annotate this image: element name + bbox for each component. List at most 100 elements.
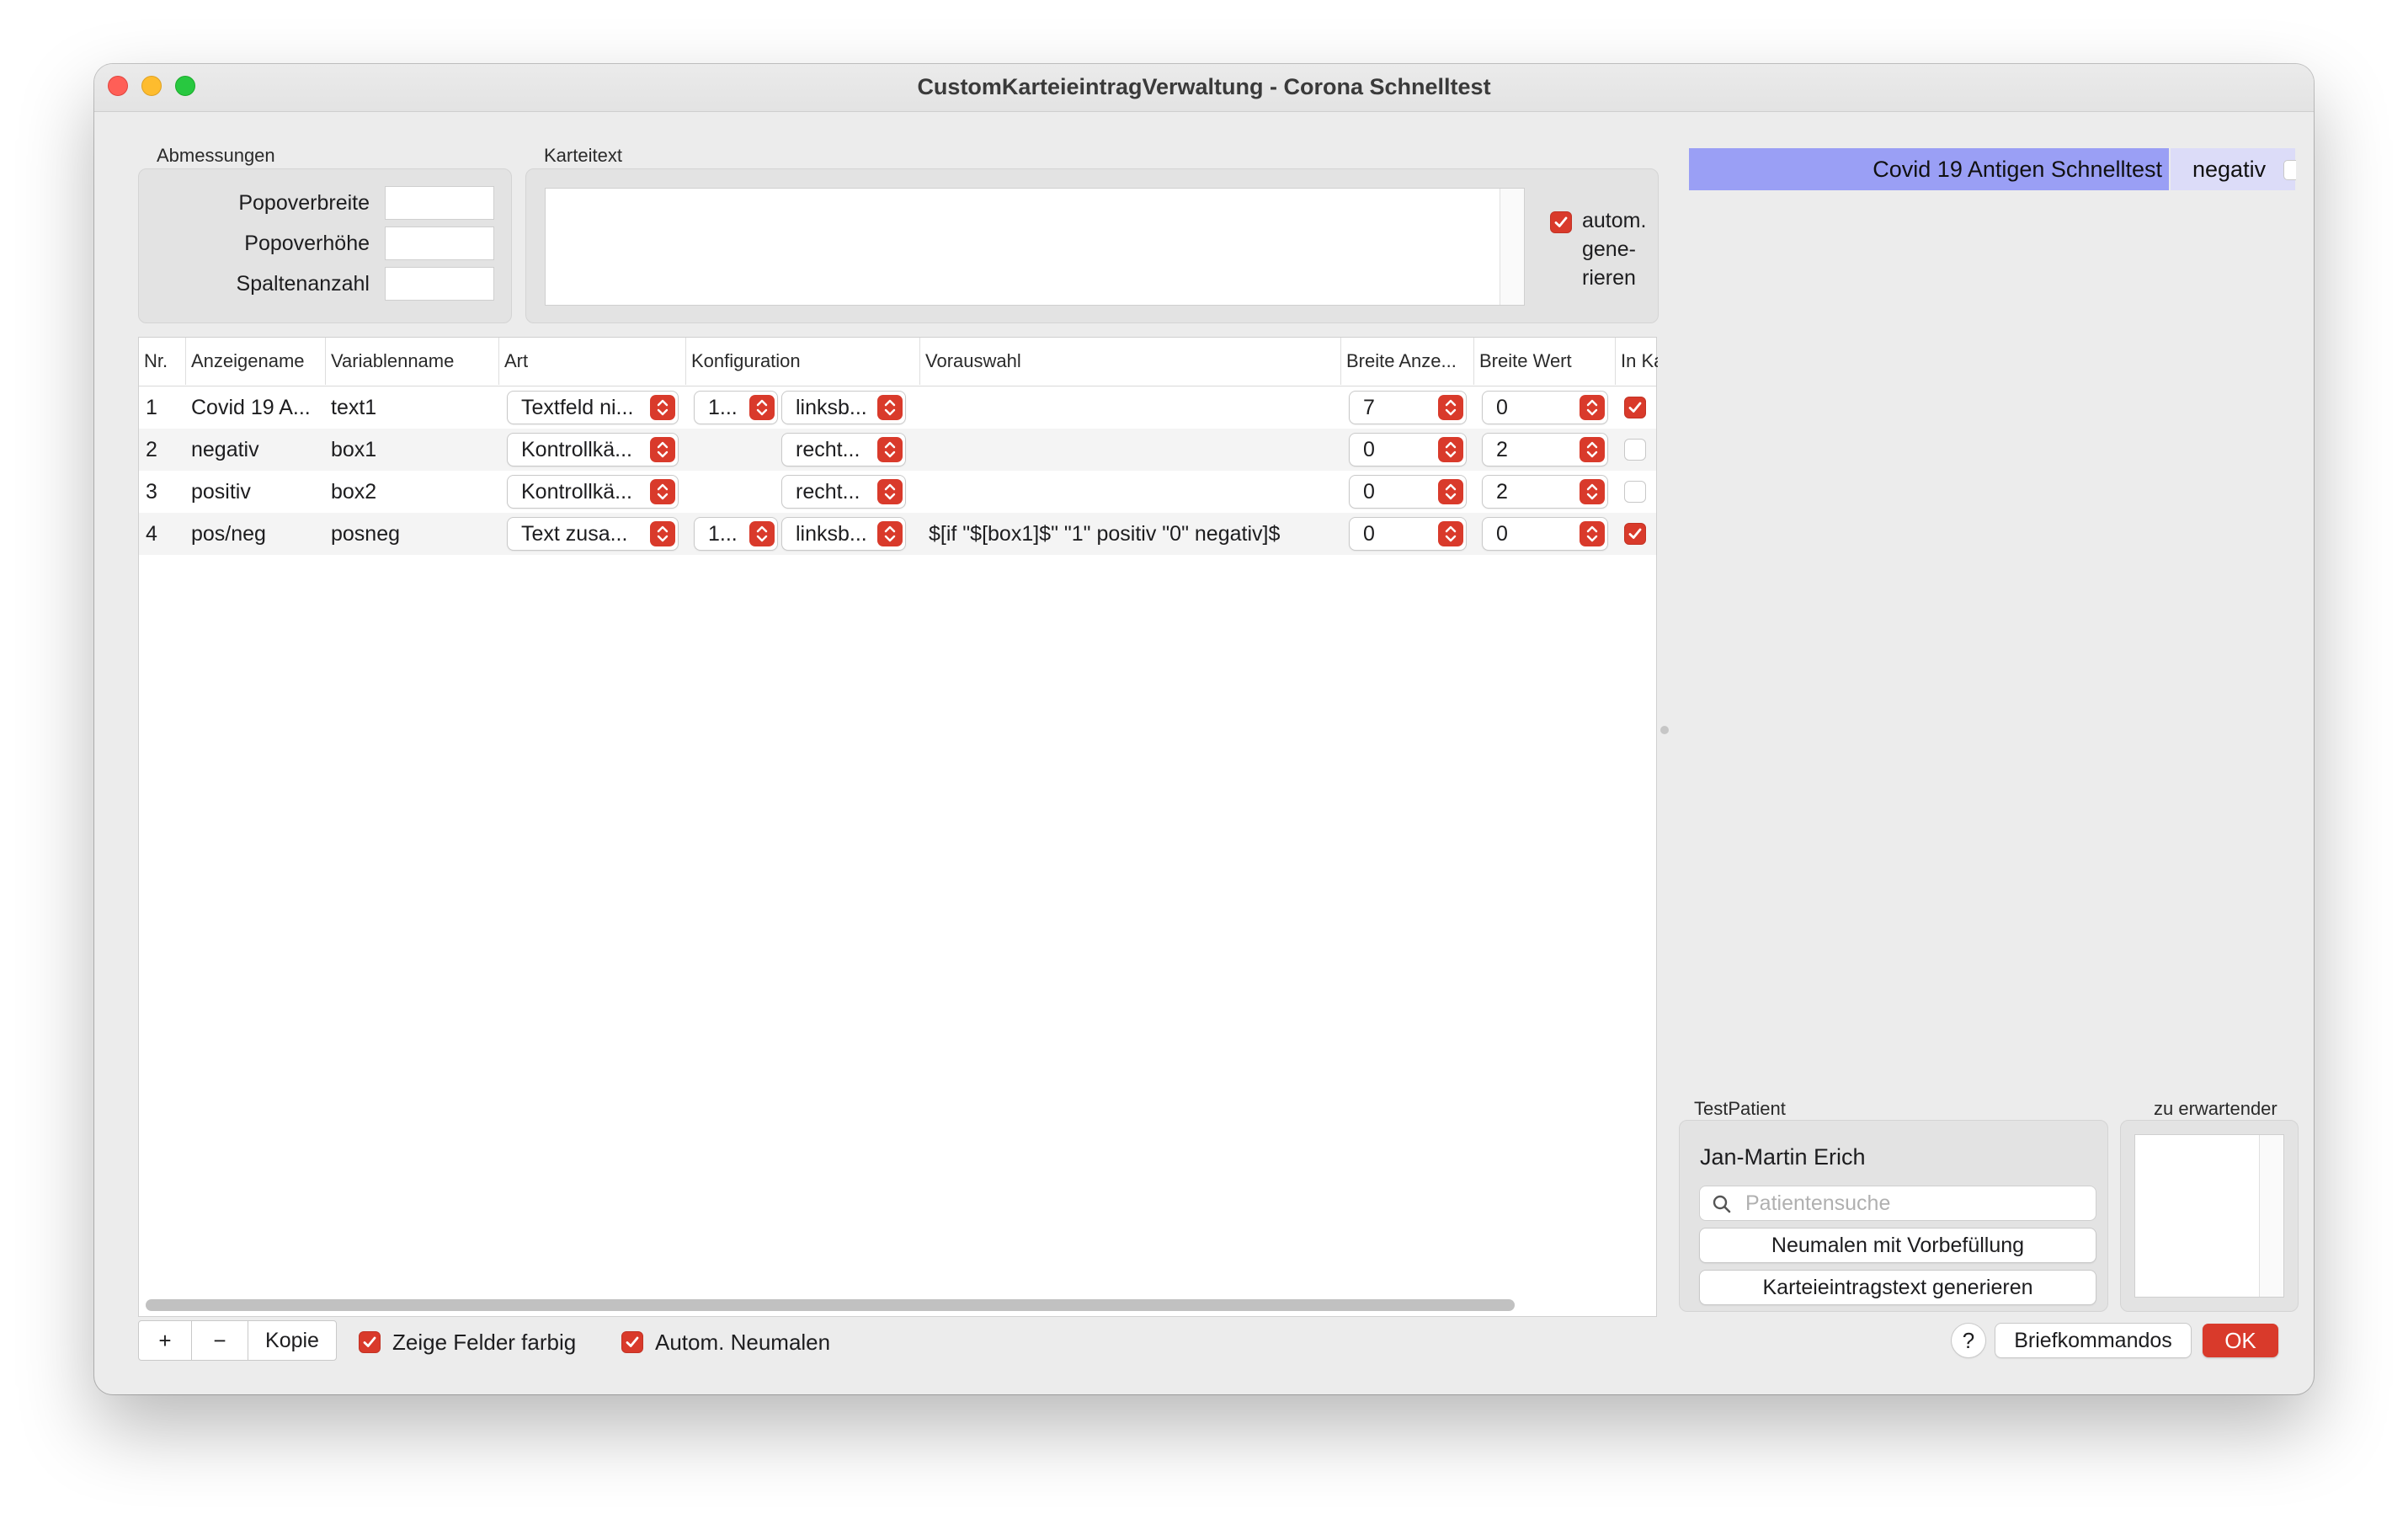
in-kartei-checkbox[interactable]	[1624, 397, 1646, 418]
art-popup[interactable]: Textfeld ni...	[508, 392, 678, 424]
breite-anzeige-value: 7	[1363, 396, 1375, 419]
remove-row-button[interactable]: −	[192, 1321, 248, 1360]
breite-wert-value: 2	[1496, 480, 1508, 504]
stepper-arrows-icon[interactable]	[1438, 437, 1463, 462]
row-vorauswahl[interactable]	[929, 471, 1336, 513]
table-row[interactable]: 4 pos/neg posneg Text zusa... 1... links…	[139, 513, 1656, 555]
row-vorauswahl[interactable]: $[if "$[box1]$" "1" positiv "0" negativ]…	[929, 513, 1338, 555]
letter-commands-button[interactable]: Briefkommandos	[1995, 1324, 2191, 1357]
column-header-breite-anzeige[interactable]: Breite Anze...	[1341, 338, 1474, 385]
konfig1-popup[interactable]: 1...	[695, 518, 777, 550]
checkmark-icon	[1554, 216, 1568, 227]
art-popup[interactable]: Kontrollkä...	[508, 434, 678, 466]
konfig2-popup[interactable]: linksb...	[782, 392, 905, 424]
breite-wert-stepper[interactable]: 0	[1483, 392, 1607, 424]
stepper-arrows-icon[interactable]	[1438, 395, 1463, 420]
ok-button[interactable]: OK	[2203, 1324, 2278, 1357]
row-variablenname: box2	[331, 480, 377, 504]
patient-search-input[interactable]: Patientensuche	[1700, 1186, 2096, 1220]
breite-anzeige-stepper[interactable]: 0	[1350, 518, 1466, 550]
konfig2-popup[interactable]: linksb...	[782, 518, 905, 550]
stepper-arrows-icon[interactable]	[1438, 479, 1463, 504]
karteitext-textarea[interactable]	[545, 188, 1525, 306]
column-header-variablenname[interactable]: Variablenname	[326, 338, 499, 385]
patient-name: Jan-Martin Erich	[1700, 1144, 1866, 1170]
redraw-prefill-button[interactable]: Neumalen mit Vorbefüllung	[1700, 1229, 2096, 1262]
splitter-handle[interactable]	[1660, 726, 1669, 734]
row-anzeigename: negativ	[191, 438, 259, 461]
in-kartei-checkbox[interactable]	[1624, 523, 1646, 545]
popoverbreite-label: Popoverbreite	[238, 191, 370, 215]
stepper-arrows-icon[interactable]	[1580, 395, 1605, 420]
row-nr: 3	[146, 480, 157, 504]
row-anzeigename: pos/neg	[191, 522, 266, 546]
row-nr: 4	[146, 522, 157, 546]
copy-row-button[interactable]: Kopie	[248, 1321, 336, 1360]
breite-anzeige-stepper[interactable]: 0	[1350, 476, 1466, 508]
table-horizontal-scrollbar[interactable]	[146, 1299, 1515, 1311]
konfig1-popup[interactable]: 1...	[695, 392, 777, 424]
breite-anzeige-value: 0	[1363, 438, 1375, 461]
stepper-arrows-icon[interactable]	[1580, 521, 1605, 546]
stepper-arrows-icon[interactable]	[1580, 479, 1605, 504]
abmessungen-group: Popoverbreite Popoverhöhe Spaltenanzahl	[138, 168, 512, 323]
column-header-in-kartei[interactable]: In Ka	[1616, 338, 1658, 385]
expected-textarea[interactable]	[2134, 1134, 2284, 1298]
breite-wert-stepper[interactable]: 2	[1483, 476, 1607, 508]
breite-wert-stepper[interactable]: 2	[1483, 434, 1607, 466]
row-variablenname: text1	[331, 396, 377, 419]
column-header-nr[interactable]: Nr.	[139, 338, 186, 385]
breite-anzeige-value: 0	[1363, 522, 1375, 546]
popoverhoehe-field[interactable]	[385, 227, 494, 260]
add-row-button[interactable]: +	[139, 1321, 192, 1360]
breite-anzeige-stepper[interactable]: 0	[1350, 434, 1466, 466]
preview-checkbox[interactable]	[2283, 160, 2296, 180]
help-button[interactable]: ?	[1952, 1324, 1985, 1357]
column-header-anzeigename[interactable]: Anzeigename	[186, 338, 326, 385]
main-window: CustomKarteieintragVerwaltung - Corona S…	[94, 64, 2314, 1394]
art-popup[interactable]: Kontrollkä...	[508, 476, 678, 508]
column-header-breite-wert[interactable]: Breite Wert	[1474, 338, 1616, 385]
art-popup[interactable]: Text zusa...	[508, 518, 678, 550]
konfig2-popup[interactable]: recht...	[782, 476, 905, 508]
table-row[interactable]: 2 negativ box1 Kontrollkä... recht... 0 …	[139, 429, 1656, 471]
breite-wert-value: 0	[1496, 396, 1508, 419]
row-vorauswahl[interactable]	[929, 429, 1336, 471]
popoverbreite-field[interactable]	[385, 186, 494, 220]
breite-wert-value: 0	[1496, 522, 1508, 546]
konfig2-popup-value: recht...	[796, 480, 860, 504]
in-kartei-checkbox[interactable]	[1624, 481, 1646, 503]
popup-arrows-icon	[650, 479, 675, 504]
breite-anzeige-stepper[interactable]: 7	[1350, 392, 1466, 424]
art-popup-value: Text zusa...	[521, 522, 628, 546]
popoverhoehe-label: Popoverhöhe	[244, 232, 370, 255]
preview-field-value[interactable]: negativ	[2171, 148, 2296, 190]
konfig1-popup-value: 1...	[708, 396, 738, 419]
auto-generate-checkbox[interactable]	[1550, 211, 1572, 233]
breite-wert-stepper[interactable]: 0	[1483, 518, 1607, 550]
row-anzeigename: Covid 19 A...	[191, 396, 311, 419]
spaltenanzahl-field[interactable]	[385, 267, 494, 301]
konfig2-popup-value: linksb...	[796, 522, 867, 546]
generate-entry-text-button[interactable]: Karteieintragstext generieren	[1700, 1271, 2096, 1304]
expected-scrollbar[interactable]	[2259, 1135, 2283, 1297]
checkmark-icon	[1628, 528, 1642, 539]
konfig2-popup[interactable]: recht...	[782, 434, 905, 466]
popup-arrows-icon	[877, 479, 903, 504]
art-popup-value: Textfeld ni...	[521, 396, 634, 419]
auto-redraw-checkbox[interactable]	[621, 1331, 643, 1353]
karteitext-scrollbar[interactable]	[1500, 189, 1524, 305]
stepper-arrows-icon[interactable]	[1580, 437, 1605, 462]
row-variablenname: posneg	[331, 522, 401, 546]
popup-arrows-icon	[650, 395, 675, 420]
column-header-vorauswahl[interactable]: Vorauswahl	[920, 338, 1341, 385]
spaltenanzahl-label: Spaltenanzahl	[236, 272, 370, 296]
column-header-konfiguration[interactable]: Konfiguration	[686, 338, 920, 385]
column-header-art[interactable]: Art	[499, 338, 686, 385]
row-vorauswahl[interactable]	[929, 386, 1336, 429]
in-kartei-checkbox[interactable]	[1624, 439, 1646, 461]
table-row[interactable]: 3 positiv box2 Kontrollkä... recht... 0 …	[139, 471, 1656, 513]
stepper-arrows-icon[interactable]	[1438, 521, 1463, 546]
colored-fields-checkbox[interactable]	[359, 1331, 381, 1353]
table-row[interactable]: 1 Covid 19 A... text1 Textfeld ni... 1..…	[139, 386, 1656, 429]
